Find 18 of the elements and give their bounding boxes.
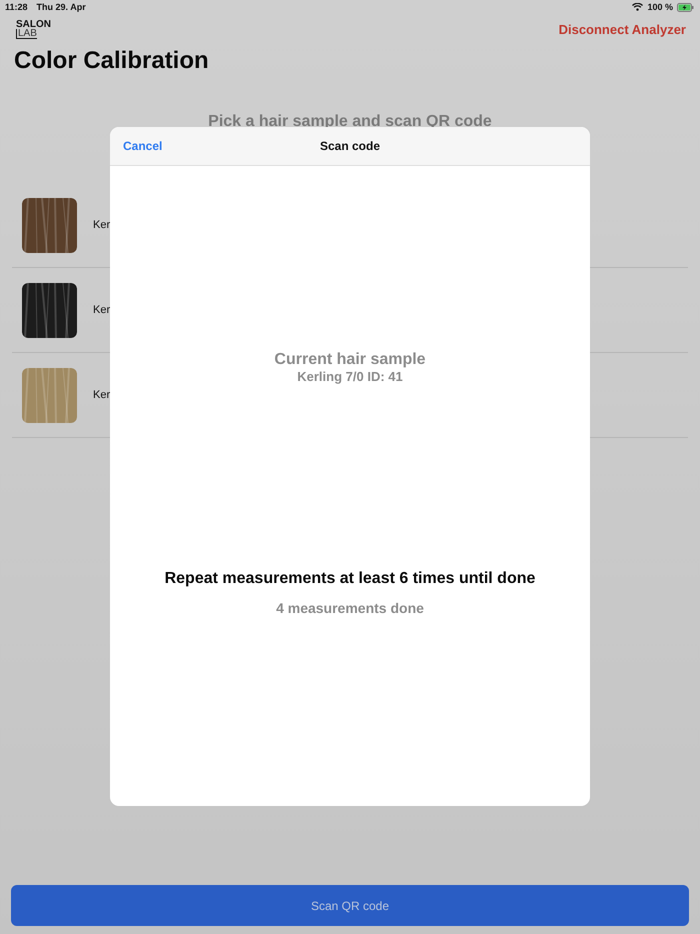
sample-label: Ker [93, 219, 110, 231]
sample-name: Kerling 7/0 ID: 41 [297, 369, 403, 384]
cancel-button[interactable]: Cancel [123, 139, 162, 153]
logo-text: SALON [16, 20, 51, 29]
logo-text: LAB [16, 29, 37, 39]
scan-qr-button[interactable]: Scan QR code [11, 885, 689, 926]
battery-percent: 100 % [647, 2, 673, 12]
wifi-icon [632, 3, 644, 11]
sample-heading: Current hair sample [274, 351, 426, 369]
instruction-text: Repeat measurements at least 6 times until done [164, 570, 536, 588]
disconnect-button[interactable]: Disconnect Analyzer [558, 22, 686, 37]
status-time: 11:28 [5, 2, 28, 12]
dialog-title: Scan code [320, 139, 380, 153]
sample-label: Ker [93, 304, 110, 316]
progress-text: 4 measurements done [276, 600, 424, 616]
page-title: Color Calibration [14, 47, 210, 75]
status-date: Thu 29. Apr [36, 2, 86, 12]
sample-label: Ker [93, 389, 110, 401]
